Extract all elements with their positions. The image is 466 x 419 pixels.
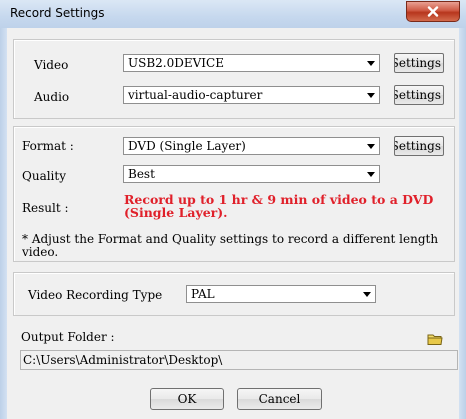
chevron-down-icon [362,55,379,71]
window-frame-right [459,28,466,419]
quality-select[interactable]: Best [123,165,380,183]
video-device-value: USB2.0DEVICE [128,56,224,70]
audio-label: Audio [34,90,70,104]
devices-group [13,39,455,119]
title-bar[interactable]: Record Settings [0,0,466,28]
audio-settings-button[interactable]: Settings [394,85,444,105]
format-label: Format : [22,139,74,153]
format-value: DVD (Single Layer) [128,139,246,153]
format-settings-button[interactable]: Settings [394,136,444,156]
window-frame-left [0,28,7,419]
ok-button[interactable]: OK [150,388,224,410]
chevron-down-icon [362,166,379,182]
format-select[interactable]: DVD (Single Layer) [123,137,380,155]
result-label: Result : [22,201,69,215]
audio-device-value: virtual-audio-capturer [128,88,263,102]
chevron-down-icon [358,286,375,302]
video-settings-label: Settings [394,56,441,70]
format-settings-label: Settings [394,139,441,153]
format-note: * Adjust the Format and Quality settings… [22,233,439,259]
chevron-down-icon [362,138,379,154]
close-button[interactable] [406,1,460,22]
output-folder-path-text: C:\Users\Administrator\Desktop\ [23,353,223,367]
audio-settings-label: Settings [394,88,441,102]
quality-label: Quality [22,169,66,183]
folder-icon[interactable] [427,332,443,346]
output-folder-path[interactable]: C:\Users\Administrator\Desktop\ [20,350,458,370]
recording-type-label: Video Recording Type [28,288,163,302]
record-settings-dialog: Record Settings Video USB2.0DEVICE Setti… [0,0,466,419]
window-title: Record Settings [10,6,105,20]
recording-type-value: PAL [191,287,215,301]
quality-value: Best [128,167,155,181]
video-settings-button[interactable]: Settings [394,53,444,73]
output-folder-label: Output Folder : [21,330,115,344]
result-text: Record up to 1 hr & 9 min of video to a … [124,192,434,220]
audio-device-select[interactable]: virtual-audio-capturer [123,86,380,104]
close-icon [427,6,439,17]
cancel-button[interactable]: Cancel [237,388,322,410]
video-device-select[interactable]: USB2.0DEVICE [123,54,380,72]
video-label: Video [34,58,69,72]
chevron-down-icon [362,87,379,103]
recording-type-select[interactable]: PAL [186,285,376,303]
dialog-body: Video USB2.0DEVICE Settings Audio virtua… [7,28,459,419]
